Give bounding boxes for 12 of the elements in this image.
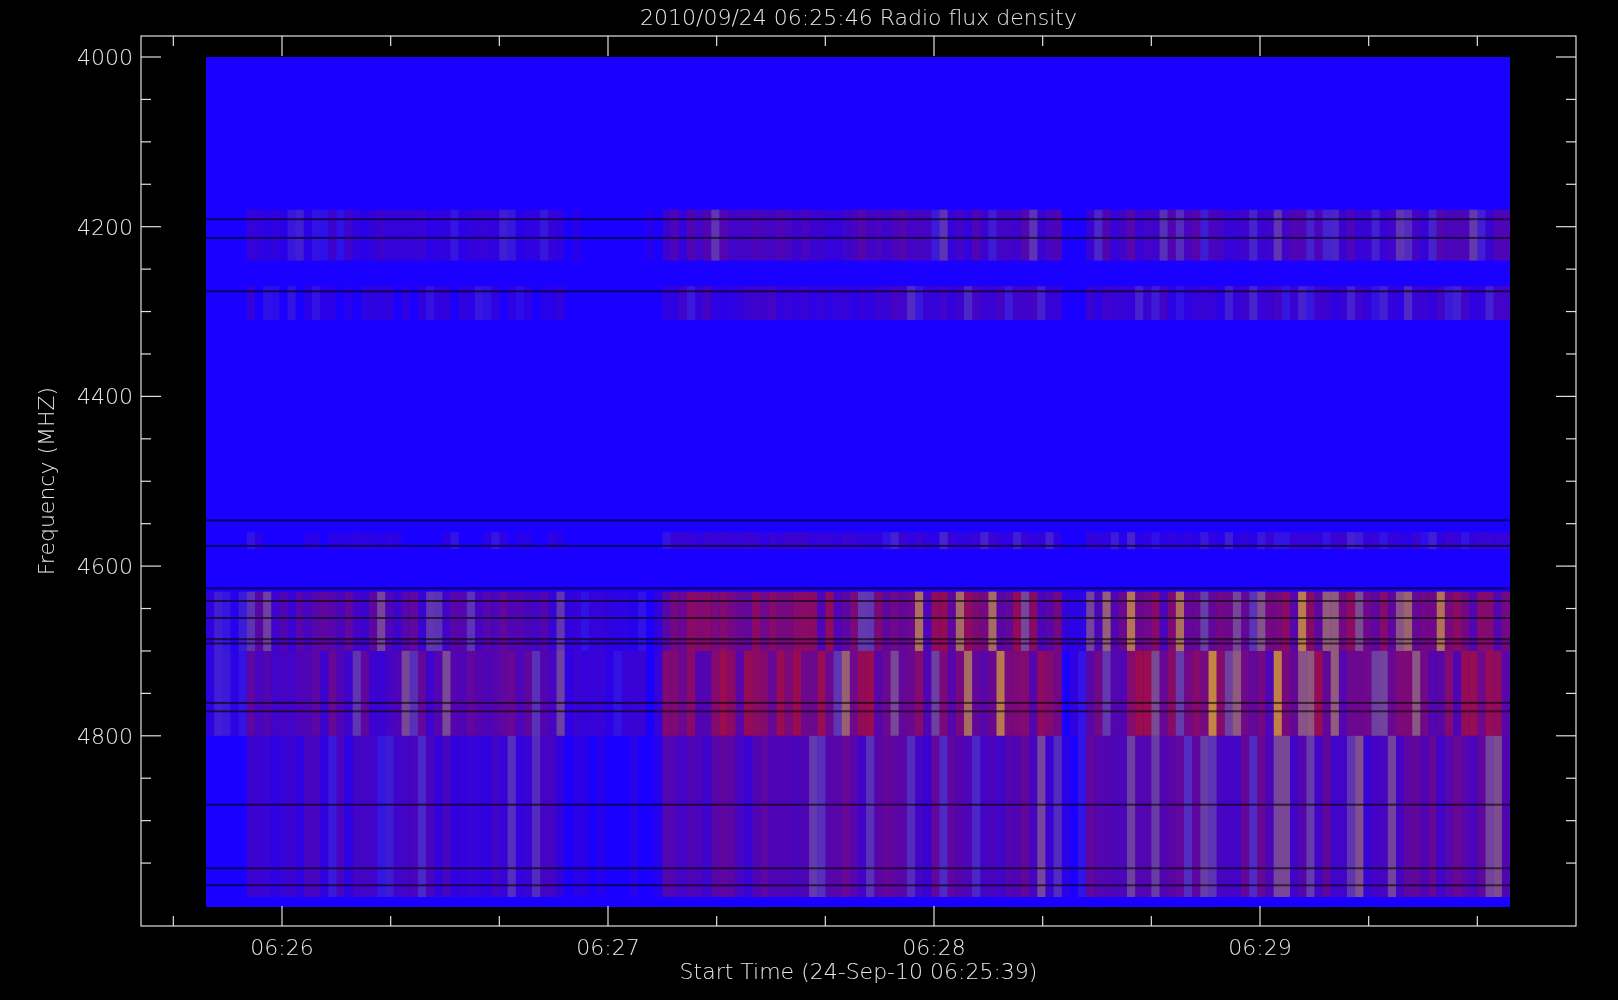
x-tick-label: 06:26 — [250, 935, 314, 960]
x-tick-label: 06:27 — [576, 935, 640, 960]
x-tick-label: 06:28 — [902, 935, 966, 960]
y-tick-label: 4600 — [77, 554, 133, 580]
y-tick-label: 4200 — [77, 214, 133, 240]
x-tick-label: 06:29 — [1228, 935, 1292, 960]
y-tick-label: 4000 — [77, 45, 133, 70]
chart-title: 2010/09/24 06:25:46 Radio flux density — [640, 5, 1077, 30]
y-tick-label: 4400 — [77, 384, 133, 410]
y-axis-label: Frequency (MHZ) — [34, 386, 59, 576]
x-axis-label: Start Time (24-Sep-10 06:25:39) — [679, 959, 1038, 984]
y-tick-label: 4800 — [77, 723, 133, 749]
